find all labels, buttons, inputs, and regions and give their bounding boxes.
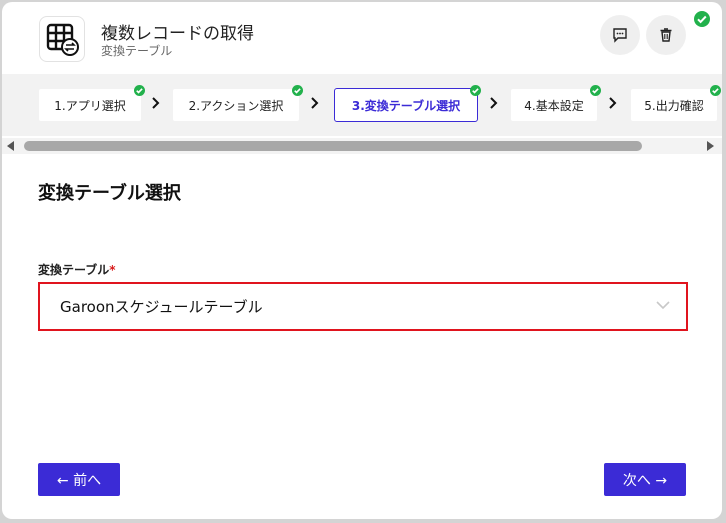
delete-button[interactable] [646, 15, 686, 55]
modal-card: 複数レコードの取得 変換テーブル 1.アプリ選択 2.アクション選択 3.変換テ… [2, 2, 722, 519]
scroll-right-icon[interactable] [706, 141, 714, 151]
table-sync-icon [39, 16, 85, 62]
step-navigation: 1.アプリ選択 2.アクション選択 3.変換テーブル選択 4.基本設定 5.出力… [2, 74, 722, 136]
scroll-left-icon[interactable] [7, 141, 15, 151]
check-circle-icon [134, 85, 145, 96]
field-label-text: 変換テーブル [38, 263, 110, 277]
step-label: 4.基本設定 [524, 98, 584, 113]
step-label: 2.アクション選択 [188, 98, 284, 113]
step-2-action-select[interactable]: 2.アクション選択 [172, 85, 303, 122]
step-5-output-check[interactable]: 5.出力確認 [630, 85, 721, 122]
chat-icon [613, 28, 627, 43]
page-subtitle: 変換テーブル [101, 44, 173, 58]
selected-value: Garoonスケジュールテーブル [60, 298, 263, 316]
chevron-down-icon [656, 301, 670, 310]
step-label: 3.変換テーブル選択 [351, 98, 461, 113]
chevron-right-icon [609, 97, 617, 109]
trash-icon [660, 28, 672, 42]
chevron-right-icon [311, 97, 319, 109]
prev-button[interactable]: ← 前へ [38, 463, 120, 496]
step-label: 1.アプリ選択 [54, 98, 126, 113]
horizontal-scrollbar[interactable] [2, 138, 722, 154]
required-mark: * [109, 263, 116, 277]
section-title: 変換テーブル選択 [38, 183, 181, 204]
conversion-table-select[interactable]: Garoonスケジュールテーブル [38, 282, 688, 331]
chevron-right-icon [152, 97, 160, 109]
step-1-app-select[interactable]: 1.アプリ選択 [38, 85, 145, 122]
comment-button[interactable] [600, 15, 640, 55]
check-circle-icon [292, 85, 303, 96]
scrollbar-thumb[interactable] [24, 141, 642, 151]
check-circle-icon [710, 85, 721, 96]
field-label: 変換テーブル* [38, 261, 116, 278]
chevron-right-icon [490, 97, 498, 109]
step-3-table-select[interactable]: 3.変換テーブル選択 [334, 85, 481, 122]
page-title: 複数レコードの取得 [101, 24, 254, 44]
check-circle-icon [470, 85, 481, 96]
check-circle-icon [694, 11, 710, 27]
check-circle-icon [590, 85, 601, 96]
step-label: 5.出力確認 [644, 98, 704, 113]
next-button[interactable]: 次へ → [604, 463, 686, 496]
step-4-basic-settings[interactable]: 4.基本設定 [510, 85, 601, 122]
